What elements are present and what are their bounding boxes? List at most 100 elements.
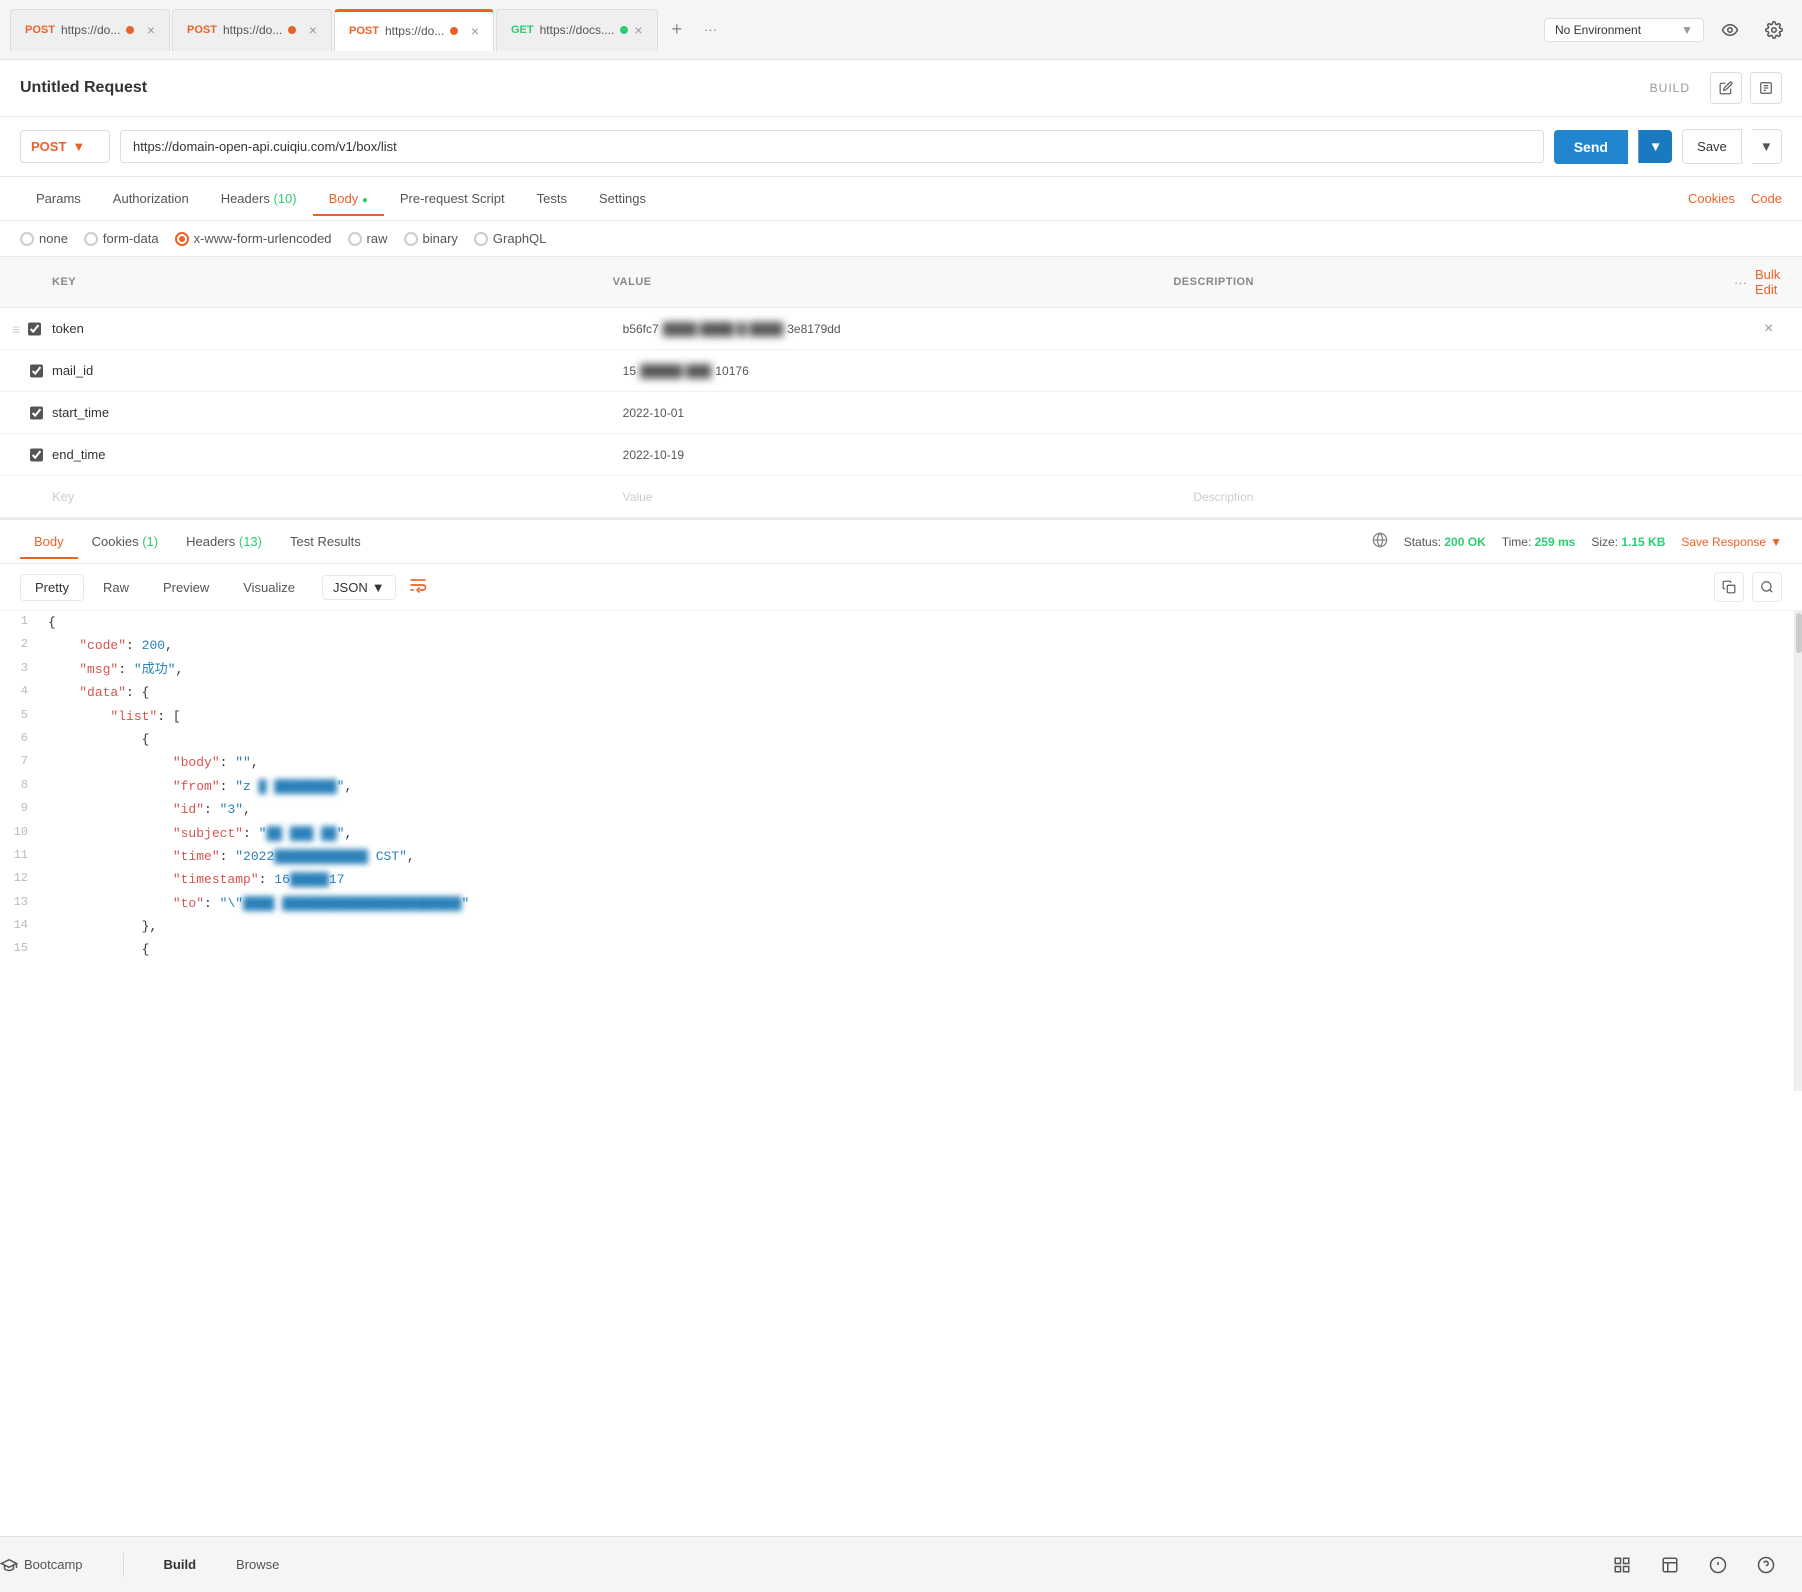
- kv-row-mail-check[interactable]: [0, 364, 40, 378]
- kv-row-start-check[interactable]: [0, 406, 40, 420]
- radio-none: [20, 232, 34, 246]
- resp-tab-headers[interactable]: Headers (13): [172, 524, 276, 559]
- send-button[interactable]: Send: [1554, 130, 1628, 164]
- tab-3-url: https://do...: [385, 24, 444, 38]
- kv-row-end-check[interactable]: [0, 448, 40, 462]
- request-title: Untitled Request: [20, 79, 1638, 97]
- save-dropdown-button[interactable]: ▼: [1752, 129, 1782, 164]
- tab-3[interactable]: POST https://do... ×: [334, 9, 494, 51]
- build-button[interactable]: BUILD: [1638, 81, 1702, 95]
- edit-icon[interactable]: [1710, 72, 1742, 104]
- search-response-icon[interactable]: [1752, 572, 1782, 602]
- tab-headers[interactable]: Headers (10): [205, 181, 313, 216]
- env-selector: No Environment ▼: [1544, 12, 1792, 48]
- format-selector[interactable]: JSON ▼: [322, 575, 396, 600]
- code-link[interactable]: Code: [1751, 191, 1782, 206]
- view-preview[interactable]: Preview: [148, 574, 224, 601]
- tab-params[interactable]: Params: [20, 181, 97, 216]
- cookies-link[interactable]: Cookies: [1688, 191, 1735, 206]
- kv-row-mail-desc[interactable]: [1181, 363, 1752, 379]
- kv-row-end-desc[interactable]: [1181, 447, 1752, 463]
- copy-response-icon[interactable]: [1714, 572, 1744, 602]
- tab-3-close[interactable]: ×: [471, 23, 479, 39]
- globe-icon: [1372, 532, 1388, 551]
- kv-row-end-value[interactable]: 2022-10-19: [611, 440, 1182, 470]
- scrollbar-right[interactable]: [1794, 611, 1802, 1091]
- kv-placeholder-key[interactable]: Key: [40, 481, 611, 512]
- browse-label: Browse: [236, 1557, 279, 1572]
- body-type-none[interactable]: none: [20, 231, 68, 246]
- eye-icon[interactable]: [1712, 12, 1748, 48]
- body-type-urlencoded[interactable]: x-www-form-urlencoded: [175, 231, 332, 246]
- kv-row-start-value[interactable]: 2022-10-01: [611, 398, 1182, 428]
- view-pretty[interactable]: Pretty: [20, 574, 84, 601]
- tab-2-url: https://do...: [223, 23, 282, 37]
- code-line-14: 14 },: [0, 915, 1802, 938]
- kv-row-mail-key[interactable]: mail_id: [40, 355, 611, 386]
- build-item[interactable]: Build: [164, 1557, 197, 1572]
- response-status-bar: Status: 200 OK Time: 259 ms Size: 1.15 K…: [1372, 532, 1782, 551]
- method-select[interactable]: POST ▼: [20, 130, 110, 163]
- resp-tab-cookies[interactable]: Cookies (1): [78, 524, 172, 559]
- save-response-button[interactable]: Save Response ▼: [1681, 535, 1782, 549]
- tab-authorization[interactable]: Authorization: [97, 181, 205, 216]
- bulk-edit-button[interactable]: Bulk Edit: [1755, 267, 1790, 297]
- tab-pre-request-script[interactable]: Pre-request Script: [384, 181, 521, 216]
- body-type-raw[interactable]: raw: [348, 231, 388, 246]
- layout-icon[interactable]: [1654, 1549, 1686, 1581]
- kv-row-start-time: start_time 2022-10-01: [0, 392, 1802, 434]
- kv-col-key: KEY: [40, 272, 601, 292]
- add-tab-button[interactable]: +: [660, 13, 695, 46]
- tab-1-close[interactable]: ×: [147, 22, 155, 38]
- kv-row-start-key[interactable]: start_time: [40, 397, 611, 428]
- grid-icon[interactable]: [1606, 1549, 1638, 1581]
- kv-row-mail-value[interactable]: 15█████ ███10176: [611, 356, 1182, 386]
- send-dropdown-button[interactable]: ▼: [1638, 130, 1672, 163]
- response-time: 259 ms: [1535, 535, 1576, 549]
- tab-2[interactable]: POST https://do... ×: [172, 9, 332, 51]
- body-type-graphql[interactable]: GraphQL: [474, 231, 546, 246]
- tab-2-close[interactable]: ×: [309, 22, 317, 38]
- resp-tab-body[interactable]: Body: [20, 524, 78, 559]
- kv-placeholder-value[interactable]: Value: [611, 482, 1182, 512]
- save-resp-arrow: ▼: [1770, 535, 1782, 549]
- kv-row-start-desc[interactable]: [1181, 405, 1752, 421]
- code-line-1: 1 {: [0, 611, 1802, 634]
- kv-table-header: KEY VALUE DESCRIPTION ··· Bulk Edit: [0, 257, 1802, 308]
- help-icon[interactable]: [1750, 1549, 1782, 1581]
- token-delete-icon[interactable]: ×: [1764, 320, 1773, 338]
- tab-4-method: GET: [511, 24, 534, 36]
- kv-row-end-key[interactable]: end_time: [40, 439, 611, 470]
- code-line-4: 4 "data": {: [0, 681, 1802, 704]
- kv-placeholder-desc[interactable]: Description: [1181, 482, 1752, 512]
- view-raw[interactable]: Raw: [88, 574, 144, 601]
- bulk-edit-dots[interactable]: ···: [1734, 275, 1747, 290]
- kv-row-token-value[interactable]: b56fc7████ ████ █ ████3e8179dd: [611, 314, 1182, 344]
- resp-tab-test-results[interactable]: Test Results: [276, 524, 375, 559]
- tab-tests[interactable]: Tests: [521, 181, 583, 216]
- scrollbar-thumb[interactable]: [1796, 613, 1802, 653]
- body-type-binary[interactable]: binary: [404, 231, 458, 246]
- kv-row-token-check[interactable]: ≡: [0, 321, 40, 337]
- description-icon[interactable]: [1750, 72, 1782, 104]
- tab-settings[interactable]: Settings: [583, 181, 662, 216]
- body-type-form-data[interactable]: form-data: [84, 231, 159, 246]
- response-view-bar: Pretty Raw Preview Visualize JSON ▼: [0, 564, 1802, 611]
- wrap-button[interactable]: [408, 575, 428, 600]
- view-visualize[interactable]: Visualize: [228, 574, 310, 601]
- browse-item[interactable]: Browse: [236, 1557, 279, 1572]
- tab-4-close[interactable]: ×: [634, 22, 642, 38]
- env-dropdown[interactable]: No Environment ▼: [1544, 18, 1704, 42]
- url-input[interactable]: [120, 130, 1544, 163]
- settings-icon[interactable]: [1756, 12, 1792, 48]
- kv-row-token-key[interactable]: token: [40, 313, 611, 344]
- tab-1[interactable]: POST https://do... ×: [10, 9, 170, 51]
- kv-col-actions: ··· Bulk Edit: [1722, 263, 1802, 301]
- cookie-icon[interactable]: [1702, 1549, 1734, 1581]
- tab-4[interactable]: GET https://docs.... ×: [496, 9, 658, 51]
- kv-row-token-desc[interactable]: [1181, 321, 1752, 337]
- more-tabs-button[interactable]: ···: [696, 16, 725, 43]
- tab-body[interactable]: Body ●: [313, 181, 384, 216]
- save-button[interactable]: Save: [1682, 129, 1742, 164]
- bootcamp-item[interactable]: Bootcamp: [0, 1556, 83, 1574]
